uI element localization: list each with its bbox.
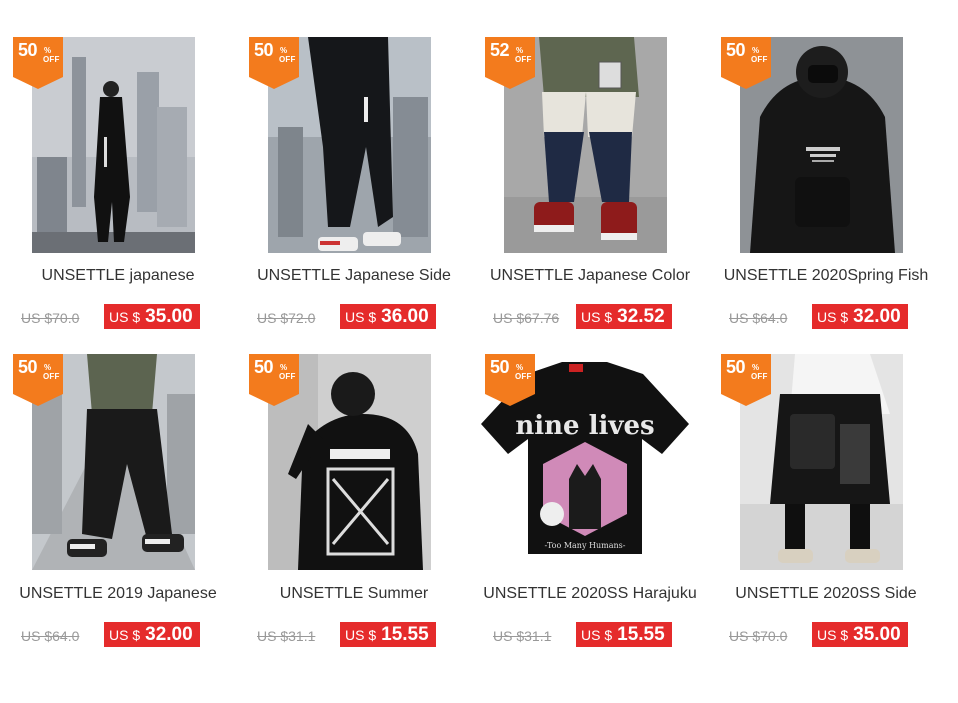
product-card[interactable]: nine lives -Too Many Humans- 50 % OFF UN… xyxy=(472,318,708,647)
discount-badge: 52 % OFF xyxy=(485,37,535,89)
original-price: US $31.1 xyxy=(493,628,552,644)
discount-symbol: % xyxy=(516,46,524,55)
print-text: nine lives xyxy=(515,411,654,441)
discount-percent: 50 xyxy=(726,357,746,377)
discount-badge: 50 % OFF xyxy=(13,37,63,89)
sale-price-tag: US $ 32.00 xyxy=(104,622,200,647)
sale-price-tag: US $ 15.55 xyxy=(340,622,436,647)
discount-percent: 50 xyxy=(726,40,746,60)
discount-off-label: OFF xyxy=(279,55,296,64)
product-title[interactable]: UNSETTLE Japanese Side xyxy=(236,267,472,285)
original-price: US $31.1 xyxy=(257,628,316,644)
sale-price: 32.00 xyxy=(145,623,193,645)
discount-symbol: % xyxy=(44,46,52,55)
discount-off-label: OFF xyxy=(515,55,532,64)
discount-symbol: % xyxy=(752,363,760,372)
discount-badge: 50 % OFF xyxy=(721,37,771,89)
currency-label: US $ xyxy=(109,626,141,643)
discount-percent: 52 xyxy=(490,40,510,60)
product-title[interactable]: UNSETTLE Summer xyxy=(236,585,472,603)
product-grid: 50 % OFF UNSETTLE japanese US $70.0 US $… xyxy=(0,0,958,703)
sale-price-tag: US $ 15.55 xyxy=(576,622,672,647)
discount-off-label: OFF xyxy=(43,372,60,381)
product-title[interactable]: UNSETTLE japanese xyxy=(0,267,236,285)
discount-off-label: OFF xyxy=(43,55,60,64)
discount-percent: 50 xyxy=(18,40,38,60)
product-card[interactable]: 50 % OFF UNSETTLE 2019 Japanese US $64.0… xyxy=(0,318,236,647)
original-price: US $70.0 xyxy=(729,628,788,644)
discount-off-label: OFF xyxy=(751,372,768,381)
discount-badge: 50 % OFF xyxy=(721,354,771,406)
product-title[interactable]: UNSETTLE 2020Spring Fish xyxy=(708,267,944,285)
sale-price: 35.00 xyxy=(853,623,901,645)
currency-label: US $ xyxy=(817,626,849,643)
print-subtext: -Too Many Humans- xyxy=(545,541,626,550)
product-card[interactable]: 50 % OFF UNSETTLE 2020SS Side US $70.0 U… xyxy=(708,318,944,647)
discount-symbol: % xyxy=(280,363,288,372)
sale-price-tag: US $ 35.00 xyxy=(812,622,908,647)
discount-percent: 50 xyxy=(254,40,274,60)
product-card[interactable]: 52 % OFF UNSETTLE Japanese Color US $67.… xyxy=(472,0,708,329)
discount-off-label: OFF xyxy=(279,372,296,381)
discount-badge: 50 % OFF xyxy=(13,354,63,406)
original-price: US $64.0 xyxy=(21,628,80,644)
currency-label: US $ xyxy=(345,626,377,643)
currency-label: US $ xyxy=(581,626,613,643)
product-title[interactable]: UNSETTLE Japanese Color xyxy=(472,267,708,285)
product-card[interactable]: 50 % OFF UNSETTLE japanese US $70.0 US $… xyxy=(0,0,236,329)
discount-percent: 50 xyxy=(18,357,38,377)
discount-badge: 50 % OFF xyxy=(249,354,299,406)
product-title[interactable]: UNSETTLE 2019 Japanese xyxy=(0,585,236,603)
discount-percent: 50 xyxy=(490,357,510,377)
sale-price: 15.55 xyxy=(381,623,429,645)
discount-symbol: % xyxy=(280,46,288,55)
discount-percent: 50 xyxy=(254,357,274,377)
product-card[interactable]: 50 % OFF UNSETTLE 2020Spring Fish US $64… xyxy=(708,0,944,329)
discount-badge: 50 % OFF xyxy=(249,37,299,89)
discount-off-label: OFF xyxy=(515,372,532,381)
product-card[interactable]: 50 % OFF UNSETTLE Summer US $31.1 US $ 1… xyxy=(236,318,472,647)
product-card[interactable]: 50 % OFF UNSETTLE Japanese Side US $72.0… xyxy=(236,0,472,329)
discount-symbol: % xyxy=(44,363,52,372)
discount-badge: 50 % OFF xyxy=(485,354,535,406)
discount-symbol: % xyxy=(752,46,760,55)
discount-off-label: OFF xyxy=(751,55,768,64)
discount-symbol: % xyxy=(516,363,524,372)
sale-price: 15.55 xyxy=(617,623,665,645)
product-title[interactable]: UNSETTLE 2020SS Harajuku xyxy=(472,585,708,603)
product-title[interactable]: UNSETTLE 2020SS Side xyxy=(708,585,944,603)
